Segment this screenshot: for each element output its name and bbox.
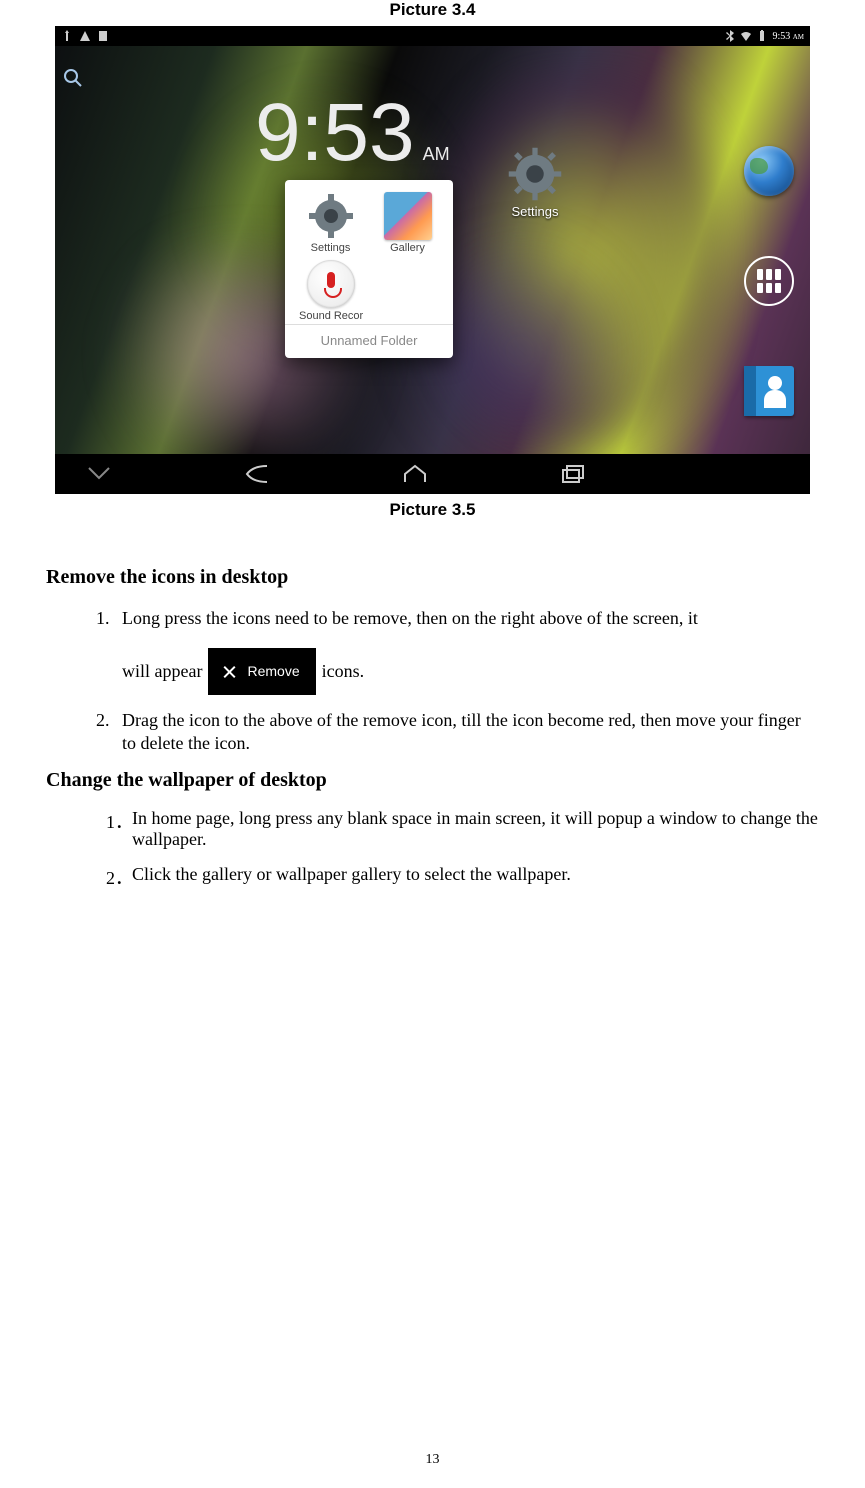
sd-icon xyxy=(97,30,109,42)
clock-ampm: AM xyxy=(423,144,450,165)
settings-shortcut[interactable]: Settings xyxy=(503,146,567,219)
nav-recent-button[interactable] xyxy=(559,464,587,484)
page-number: 13 xyxy=(0,1452,865,1468)
folder-popup: Settings Gallery Sound Recorder Unnamed … xyxy=(285,180,453,358)
folder-item-label: Settings xyxy=(299,242,362,254)
clock-widget[interactable]: 9 : 53 AM xyxy=(255,86,450,180)
folder-item-label: Sound Recorder xyxy=(299,310,363,322)
gallery-icon xyxy=(384,192,432,240)
folder-item-sound-recorder[interactable]: Sound Recorder xyxy=(299,260,363,322)
contacts-icon[interactable] xyxy=(744,366,794,416)
google-search-icon[interactable] xyxy=(61,66,85,90)
status-clock: 9:53 AM xyxy=(772,31,804,42)
heading-change-wallpaper: Change the wallpaper of desktop xyxy=(46,769,819,792)
heading-remove-icons: Remove the icons in desktop xyxy=(46,566,819,589)
step-wallpaper-1: In home page, long press any blank space… xyxy=(106,808,819,850)
folder-item-gallery[interactable]: Gallery xyxy=(376,192,439,254)
settings-label: Settings xyxy=(503,204,567,219)
nav-hide-button[interactable] xyxy=(85,464,113,484)
nav-back-button[interactable] xyxy=(243,464,271,484)
remove-chip: Remove xyxy=(208,648,315,694)
step-remove-1: Long press the icons need to be remove, … xyxy=(114,607,819,695)
battery-icon xyxy=(756,30,768,42)
grid-icon xyxy=(757,269,781,293)
nav-home-button[interactable] xyxy=(401,464,429,484)
folder-item-label: Gallery xyxy=(376,242,439,254)
status-bar: 9:53 AM xyxy=(55,26,810,46)
folder-title[interactable]: Unnamed Folder xyxy=(285,324,453,358)
warning-icon xyxy=(79,30,91,42)
gear-icon xyxy=(307,192,355,240)
clock-colon: : xyxy=(301,86,324,180)
caption-picture-3-5: Picture 3.5 xyxy=(10,500,855,520)
clock-minute: 53 xyxy=(323,92,414,174)
usb-icon xyxy=(61,30,73,42)
step-wallpaper-2: Click the gallery or wallpaper gallery t… xyxy=(106,864,819,885)
remove-label: Remove xyxy=(247,662,299,680)
clock-hour: 9 xyxy=(255,92,301,174)
caption-picture-3-4: Picture 3.4 xyxy=(10,0,855,20)
step-remove-2: Drag the icon to the above of the remove… xyxy=(114,709,819,756)
navigation-bar xyxy=(55,454,810,494)
wifi-icon xyxy=(740,30,752,42)
close-icon xyxy=(222,664,237,679)
android-screenshot: 9:53 AM 9 : 53 AM xyxy=(55,26,810,494)
gear-icon xyxy=(507,146,563,202)
bluetooth-icon xyxy=(724,30,736,42)
app-drawer-button[interactable] xyxy=(744,256,794,306)
microphone-icon xyxy=(307,260,355,308)
folder-item-settings[interactable]: Settings xyxy=(299,192,362,254)
browser-icon[interactable] xyxy=(744,146,794,196)
